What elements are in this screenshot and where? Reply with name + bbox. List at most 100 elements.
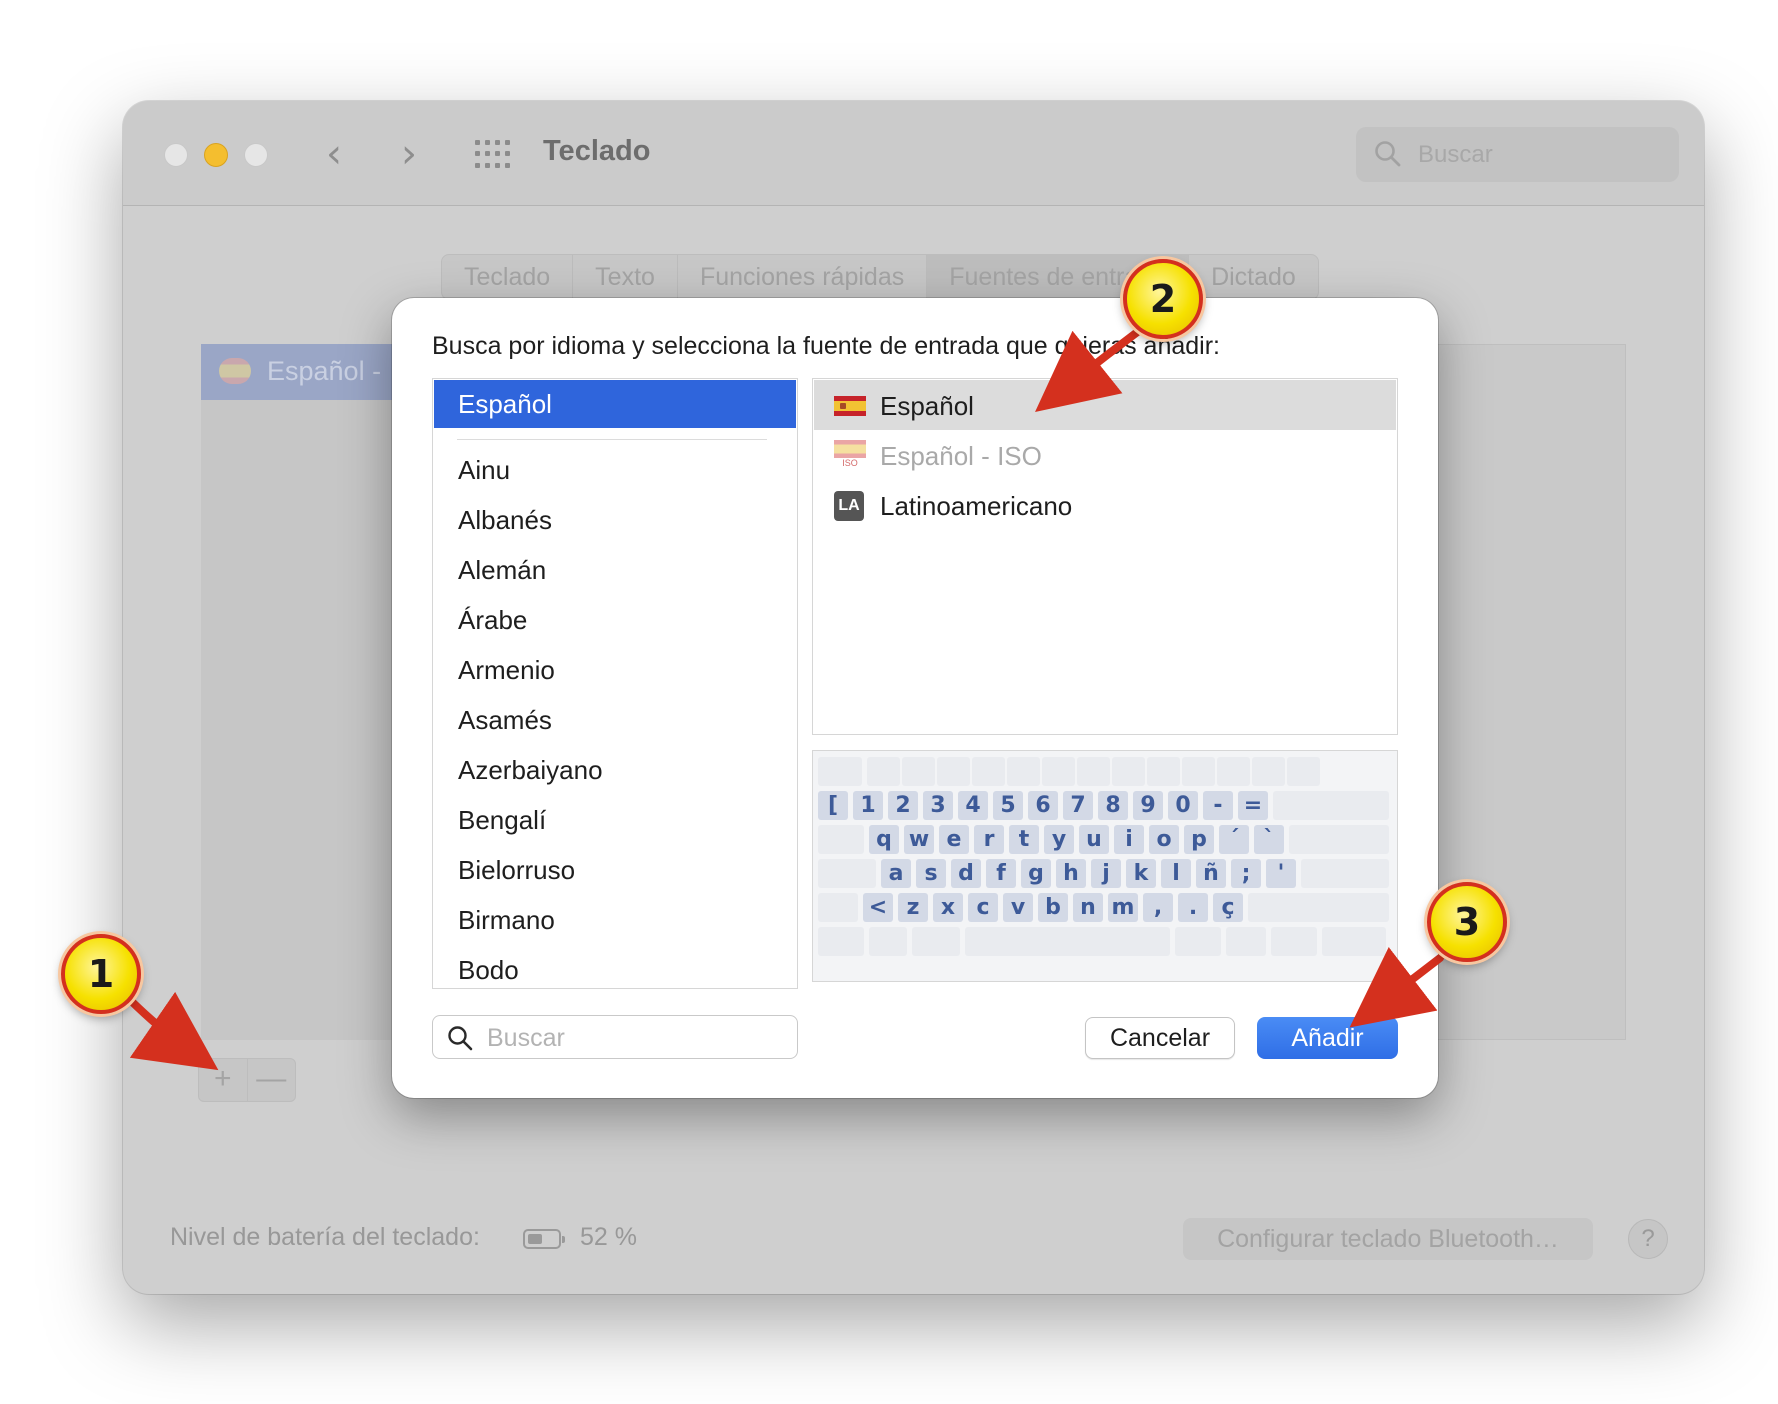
window-search-field[interactable]: Buscar xyxy=(1356,127,1679,182)
search-placeholder: Buscar xyxy=(487,1024,565,1052)
source-option-espanol[interactable]: Español xyxy=(814,380,1396,430)
keyboard-key: 0 xyxy=(1168,791,1198,820)
keyboard-key-blank xyxy=(867,757,900,786)
battery-icon xyxy=(523,1229,565,1249)
keyboard-key: s xyxy=(916,859,946,888)
tab-teclado[interactable]: Teclado xyxy=(442,255,574,299)
search-icon xyxy=(1375,141,1401,167)
battery-value: 52 % xyxy=(580,1223,637,1251)
la-badge-icon: LA xyxy=(834,491,864,521)
keyboard-key-blank xyxy=(1175,927,1221,956)
keyboard-key-blank xyxy=(1077,757,1110,786)
keyboard-key-blank xyxy=(1248,893,1389,922)
language-item[interactable]: Árabe xyxy=(458,605,527,636)
iso-badge-text: ISO xyxy=(842,458,858,468)
language-item[interactable]: Azerbaiyano xyxy=(458,755,603,786)
keyboard-key: 5 xyxy=(993,791,1023,820)
keyboard-layout-preview: [1 2 3 4 5 6 7 8 9 0- = q w e r t y u i o p ´ ` a s d f g h j k l ñ; ' < z x… xyxy=(812,750,1398,982)
keyboard-key: ç xyxy=(1213,893,1243,922)
sheet-prompt: Busca por idioma y selecciona la fuente … xyxy=(432,332,1221,360)
keyboard-key: 1 xyxy=(853,791,883,820)
source-option-label: Español - ISO xyxy=(880,441,1042,471)
language-list[interactable]: Español Ainu Albanés Alemán Árabe Armeni… xyxy=(432,378,798,989)
keyboard-key: 6 xyxy=(1028,791,1058,820)
keyboard-key: t xyxy=(1009,825,1039,854)
add-source-button[interactable]: + xyxy=(199,1059,248,1101)
language-item[interactable]: Bielorruso xyxy=(458,855,575,886)
forward-chevron-icon[interactable]: › xyxy=(401,131,417,177)
configure-bluetooth-keyboard-button[interactable]: Configurar teclado Bluetooth… xyxy=(1183,1218,1593,1260)
keyboard-key-blank xyxy=(1217,757,1250,786)
remove-source-button[interactable]: — xyxy=(248,1059,296,1101)
spain-iso-flag-icon: ISO xyxy=(834,440,866,470)
keyboard-key-blank xyxy=(1007,757,1040,786)
language-item[interactable]: Bengalí xyxy=(458,805,546,836)
keyboard-key-blank xyxy=(1252,757,1285,786)
keyboard-key: w xyxy=(904,825,934,854)
battery-label: Nivel de batería del teclado: xyxy=(170,1223,480,1251)
keyboard-key: i xyxy=(1114,825,1144,854)
keyboard-key-blank xyxy=(1301,859,1389,888)
keyboard-key: f xyxy=(986,859,1016,888)
add-remove-control: + — xyxy=(198,1058,296,1102)
add-input-source-sheet: Busca por idioma y selecciona la fuente … xyxy=(392,298,1438,1098)
keyboard-key: o xyxy=(1149,825,1179,854)
show-all-grid-icon[interactable] xyxy=(475,140,511,170)
add-button[interactable]: Añadir xyxy=(1257,1017,1398,1059)
language-item[interactable]: Ainu xyxy=(458,455,510,486)
keyboard-key-blank xyxy=(972,757,1005,786)
back-chevron-icon[interactable]: ‹ xyxy=(326,131,342,177)
language-item[interactable]: Albanés xyxy=(458,505,552,536)
keyboard-key: k xyxy=(1126,859,1156,888)
keyboard-key-blank xyxy=(912,927,960,956)
keyboard-key: ` xyxy=(1254,825,1284,854)
keyboard-key: h xyxy=(1056,859,1086,888)
keyboard-key: 4 xyxy=(958,791,988,820)
tab-funciones-rapidas[interactable]: Funciones rápidas xyxy=(678,255,928,299)
minimize-button[interactable] xyxy=(204,143,228,167)
keyboard-key-blank xyxy=(818,893,858,922)
keyboard-key: r xyxy=(974,825,1004,854)
input-source-item[interactable]: Español - xyxy=(201,344,406,400)
keyboard-key: 2 xyxy=(888,791,918,820)
keyboard-key: n xyxy=(1073,893,1103,922)
keyboard-key: 8 xyxy=(1098,791,1128,820)
search-placeholder: Buscar xyxy=(1418,141,1493,168)
keyboard-key-blank xyxy=(869,927,907,956)
keyboard-key: , xyxy=(1143,893,1173,922)
source-option-latinoamericano[interactable]: LA Latinoamericano xyxy=(814,480,1396,530)
keyboard-key-blank xyxy=(902,757,935,786)
language-item[interactable]: Birmano xyxy=(458,905,555,936)
source-option-espanol-iso[interactable]: ISO Español - ISO xyxy=(814,430,1396,480)
language-list-separator xyxy=(457,439,767,440)
help-button[interactable]: ? xyxy=(1628,1219,1668,1259)
language-item[interactable]: Asamés xyxy=(458,705,552,736)
keyboard-key: 9 xyxy=(1133,791,1163,820)
keyboard-key: 3 xyxy=(923,791,953,820)
tab-texto[interactable]: Texto xyxy=(573,255,678,299)
step-2-callout: 2 xyxy=(1123,259,1203,339)
source-option-label: Latinoamericano xyxy=(880,491,1073,521)
keyboard-key: a xyxy=(881,859,911,888)
step-1-callout: 1 xyxy=(61,934,141,1014)
window-title: Teclado xyxy=(543,135,651,167)
language-item-selected[interactable]: Español xyxy=(434,380,796,428)
keyboard-key: y xyxy=(1044,825,1074,854)
close-button[interactable] xyxy=(164,143,188,167)
keyboard-key-blank xyxy=(1226,927,1266,956)
language-item[interactable]: Alemán xyxy=(458,555,546,586)
input-source-options: Español ISO Español - ISO LA Latinoameri… xyxy=(812,378,1398,735)
tab-dictado[interactable]: Dictado xyxy=(1189,255,1318,299)
language-search-field[interactable]: Buscar xyxy=(432,1015,798,1059)
keyboard-key: 7 xyxy=(1063,791,1093,820)
keyboard-key: v xyxy=(1003,893,1033,922)
keyboard-key: < xyxy=(863,893,893,922)
cancel-button[interactable]: Cancelar xyxy=(1085,1017,1235,1059)
language-item[interactable]: Bodo xyxy=(458,955,519,986)
zoom-button[interactable] xyxy=(244,143,268,167)
language-item[interactable]: Armenio xyxy=(458,655,555,686)
keyboard-key: [ xyxy=(818,791,848,820)
keyboard-key: c xyxy=(968,893,998,922)
keyboard-key-blank xyxy=(965,927,1170,956)
search-icon xyxy=(448,1026,473,1051)
